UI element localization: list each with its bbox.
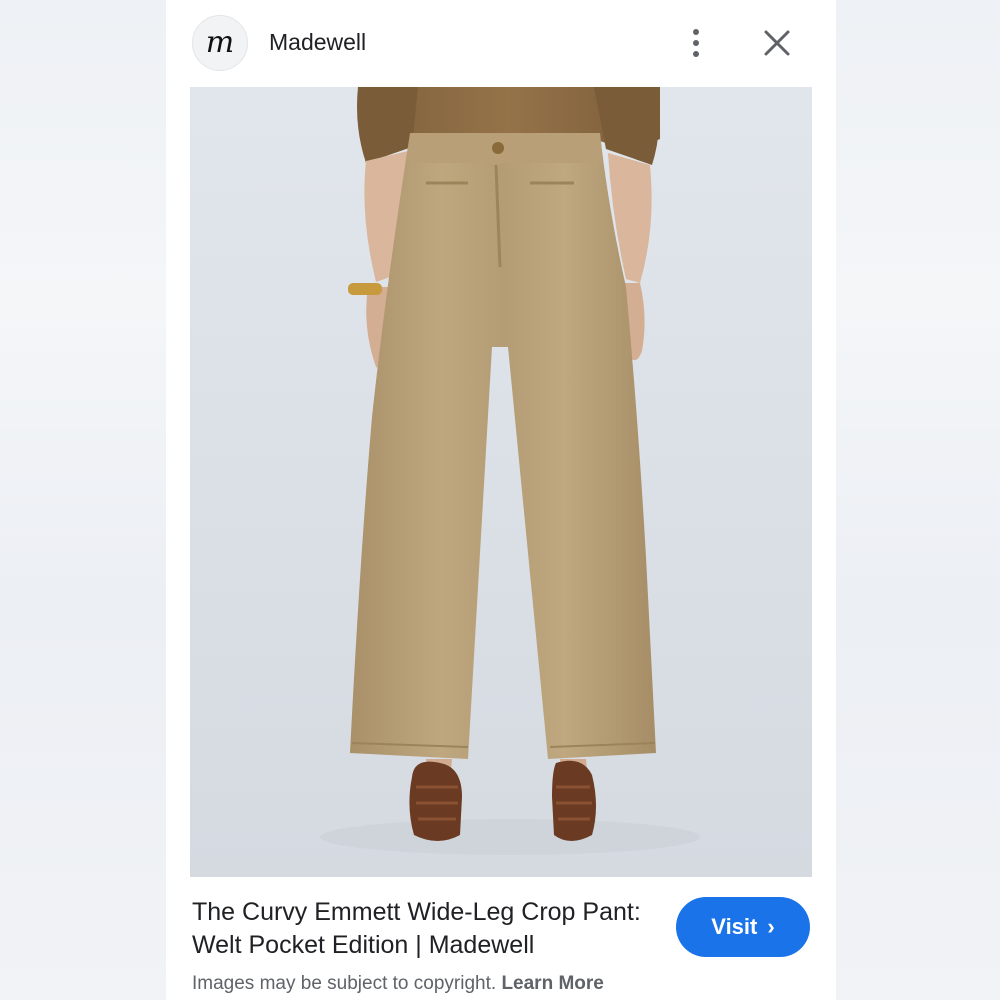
chevron-right-icon: › (767, 914, 775, 939)
background-right (834, 0, 1000, 1000)
close-icon[interactable] (760, 26, 794, 60)
visit-button-label: Visit (711, 914, 758, 939)
site-logo-letter: m (205, 25, 235, 60)
visit-button[interactable]: Visit › (676, 897, 810, 957)
copyright-note: Images may be subject to copyright. Lear… (192, 973, 604, 995)
result-title[interactable]: The Curvy Emmett Wide-Leg Crop Pant: Wel… (192, 896, 652, 962)
product-image[interactable] (190, 87, 812, 877)
background-left (0, 0, 166, 1000)
copyright-text: Images may be subject to copyright. (192, 973, 497, 994)
site-logo[interactable]: m (192, 15, 248, 71)
site-name[interactable]: Madewell (269, 29, 366, 56)
preview-header: m Madewell (166, 0, 836, 87)
learn-more-link[interactable]: Learn More (501, 973, 603, 994)
more-vert-icon[interactable] (681, 25, 711, 61)
image-preview-panel: m Madewell The Curvy Emmett Wide-Leg Cro… (166, 0, 836, 1000)
